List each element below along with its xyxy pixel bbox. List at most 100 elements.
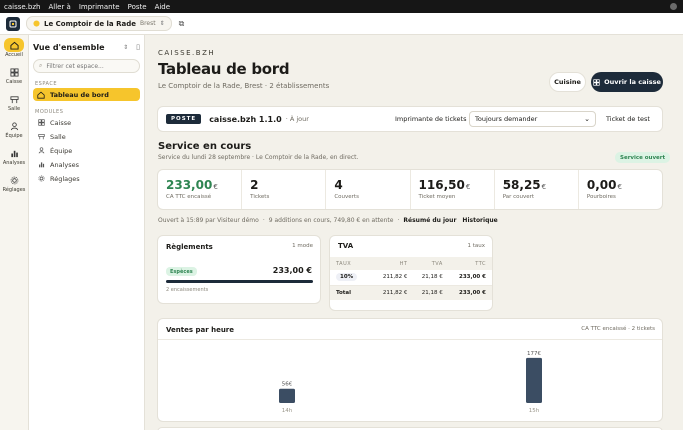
payment-method-chip: Espèces (166, 267, 197, 276)
page-subtitle: Le Comptoir de la Rade, Brest · 2 établi… (158, 82, 330, 90)
menu-goto[interactable]: Aller à (48, 3, 70, 11)
payment-amount: 233,00 € (272, 266, 312, 275)
vat-rate: 10% (336, 273, 358, 282)
rail-item-settings[interactable]: Réglages (0, 173, 28, 197)
settings-icon (37, 175, 45, 183)
brand-label: CAISSE.BZH (158, 49, 216, 57)
kitchen-button[interactable]: Cuisine (549, 72, 586, 92)
hourly-meta: CA TTC encaissé · 2 tickets (581, 326, 655, 332)
kpi-per-cover: 58,25€ Par couvert (495, 170, 579, 209)
kpi-value: 116,50 (418, 178, 465, 192)
sidebar-item-analytics[interactable]: Analyses (33, 158, 140, 171)
bar-value-label: 177€ (527, 351, 541, 357)
menu-app[interactable]: caisse.bzh (4, 3, 40, 11)
tab-daily-summary[interactable]: Résumé du jour (403, 217, 456, 224)
kpi-value: 0,00 (586, 178, 617, 192)
kpi-covers: 4 Couverts (326, 170, 411, 209)
app-logo[interactable] (6, 16, 20, 31)
service-title: Service en cours (158, 141, 252, 152)
sidebar-search[interactable]: ⌕ (33, 59, 140, 73)
rail-item-home[interactable]: Accueil (0, 38, 28, 62)
vat-table: TAUX HT TVA TTC 10% 211,82 € 21,18 € 233… (330, 257, 492, 300)
payment-share-bar (166, 280, 313, 283)
sidebar-item-label: Tableau de bord (50, 90, 109, 99)
rail-label: Équipe (5, 133, 23, 139)
kpi-value: 4 (334, 178, 343, 192)
section-label-modules: MODULES (35, 109, 64, 115)
sidebar-item-label: Réglages (50, 174, 80, 183)
nav-rail: Accueil Caisse Salle Équipe Analyses Rég… (0, 35, 29, 430)
logo-icon (9, 20, 17, 27)
kpi-unit: € (541, 183, 547, 191)
payment-count: 2 encaissements (166, 287, 209, 293)
chart-icon (37, 161, 45, 169)
table-cell: 233,00 € (448, 270, 492, 286)
menu-help[interactable]: Aide (155, 3, 170, 11)
kpi-average-ticket: 116,50€ Ticket moyen (411, 170, 495, 209)
vat-card: TVA 1 taux TAUX HT TVA TTC 10% 211,82 € … (329, 235, 493, 311)
rail-label: Réglages (2, 187, 26, 193)
sidebar-item-room[interactable]: Salle (33, 130, 140, 143)
rail-item-analytics[interactable]: Analyses (0, 146, 28, 170)
update-status: · À jour (285, 115, 309, 123)
bar-15h[interactable] (526, 357, 542, 403)
bar-14h[interactable] (279, 388, 295, 403)
settings-icon (10, 176, 18, 184)
kpi-label: Couverts (334, 194, 359, 200)
status-dot-icon (670, 3, 677, 10)
team-icon (37, 147, 45, 155)
open-register-label: Ouvrir la caisse (604, 78, 661, 86)
chart-icon (10, 150, 18, 157)
table-header-row: TAUX HT TVA TTC (330, 257, 492, 270)
opened-by: Ouvert à 15:89 par Visiteur démo (158, 217, 259, 224)
rail-item-team[interactable]: Équipe (0, 119, 28, 143)
rail-label: Caisse (5, 79, 23, 85)
kpi-strip: 233,00€ CA TTC encaissé 2 Tickets 4 Couv… (157, 169, 663, 210)
rail-item-room[interactable]: Salle (0, 92, 28, 116)
tab-history[interactable]: Historique (462, 217, 497, 224)
menu-printer[interactable]: Imprimante (79, 3, 120, 11)
table-cell: 211,82 € (373, 285, 414, 300)
kpi-label: Par couvert (502, 194, 535, 200)
external-link-icon[interactable]: ⧉ (179, 19, 185, 29)
table-cell: Total (330, 285, 374, 300)
sidebar-item-team[interactable]: Équipe (33, 144, 140, 157)
page-title: Tableau de bord (158, 60, 290, 78)
grid-icon (37, 119, 45, 127)
station-tag: POSTE (166, 114, 202, 124)
payments-mode-count: 1 mode (292, 243, 313, 249)
search-icon: ⌕ (39, 62, 43, 69)
team-icon (10, 121, 18, 130)
column-header: TVA (413, 257, 449, 270)
store-switcher[interactable]: Le Comptoir de la Rade Brest ⇕ (26, 16, 172, 31)
column-header: TTC (448, 257, 492, 270)
printer-select[interactable]: Toujours demander ⌄ (469, 111, 596, 127)
open-register-button[interactable]: Ouvrir la caisse (591, 72, 663, 92)
rail-label: Analyses (2, 160, 26, 166)
sidebar-item-dashboard[interactable]: Tableau de bord (33, 88, 140, 101)
search-input[interactable] (46, 62, 137, 70)
table-cell: 21,18 € (413, 270, 449, 286)
column-header: HT (373, 257, 414, 270)
kpi-tickets: 2 Tickets (242, 170, 327, 209)
menu-station[interactable]: Poste (128, 3, 147, 11)
kpi-revenue: 233,00€ CA TTC encaissé (158, 170, 243, 209)
column-header: TAUX (330, 257, 374, 270)
grid-icon (593, 78, 600, 86)
sidebar-item-settings[interactable]: Réglages (33, 172, 140, 185)
sidebar-item-register[interactable]: Caisse (33, 116, 140, 129)
test-ticket-button[interactable]: Ticket de test (606, 115, 650, 123)
sidebar-item-label: Salle (50, 132, 66, 141)
station-card: POSTE caisse.bzh 1.1.0 · À jour Impriman… (157, 106, 663, 132)
hourly-sales-chart: 56€ 14h 177€ 15h (279, 351, 542, 414)
kpi-value: 2 (250, 178, 259, 192)
store-city: Brest (139, 20, 156, 27)
panel-toggle-icon[interactable]: ▯ (136, 43, 140, 51)
service-subtitle: Service du lundi 28 septembre · Le Compt… (158, 154, 359, 161)
vat-rate-count: 1 taux (467, 243, 485, 249)
store-icon (33, 20, 40, 27)
chevron-updown-icon[interactable]: ⇕ (123, 44, 128, 51)
sidebar-item-label: Analyses (50, 160, 79, 169)
rail-item-register[interactable]: Caisse (0, 65, 28, 89)
kpi-tips: 0,00€ Pourboires (579, 170, 662, 209)
